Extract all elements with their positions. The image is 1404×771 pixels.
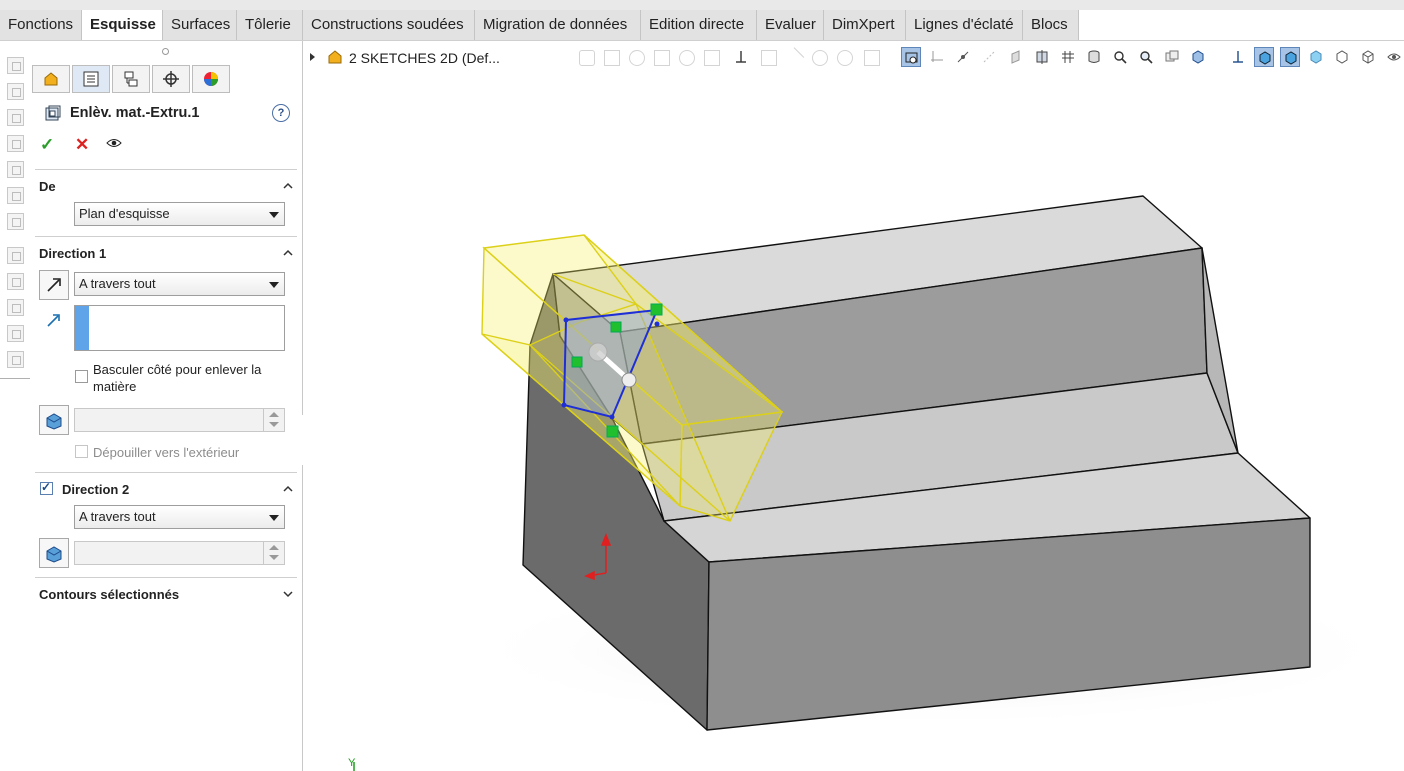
direction-handle-icon[interactable]: [588, 342, 608, 362]
triad-y-label: Y: [348, 757, 356, 769]
section-title-direction1: Direction 1: [39, 246, 107, 261]
configuration-manager-icon[interactable]: [112, 65, 150, 93]
property-manager-panel: Enlèv. mat.-Extru.1 ? ✓ ✕ De Plan d'esqu…: [32, 41, 303, 771]
cancel-x-icon[interactable]: ✕: [75, 135, 89, 155]
draft-outward-checkbox[interactable]: [75, 445, 88, 458]
draft-toggle-button[interactable]: [39, 405, 69, 435]
chevron-up-icon[interactable]: [282, 247, 294, 259]
graphics-area[interactable]: 2 SKETCHES 2D (Def... Y: [303, 41, 1404, 771]
tab-constructions-soudees[interactable]: Constructions soudées: [303, 10, 475, 40]
sketch-tool-icon[interactable]: [7, 351, 24, 368]
from-dropdown[interactable]: Plan d'esquisse: [74, 202, 285, 226]
sketch-tool-icon[interactable]: [7, 83, 24, 100]
section-title-from: De: [39, 179, 56, 194]
sketch-tool-icon[interactable]: [7, 187, 24, 204]
draft-icon: [46, 546, 62, 563]
command-manager-tabs: Fonctions Esquisse Surfaces Tôlerie Cons…: [0, 10, 1404, 41]
extruded-cut-icon: [45, 105, 61, 121]
section-title-direction2: Direction 2: [62, 482, 130, 497]
left-tool-strip: [0, 41, 33, 381]
direction-selection-box[interactable]: [74, 305, 285, 351]
tab-dimxpert[interactable]: DimXpert: [824, 10, 906, 40]
sketch-tool-icon[interactable]: [7, 325, 24, 342]
reverse-direction-button[interactable]: [39, 270, 69, 300]
vertical-relation-icon: [571, 356, 583, 368]
strip-divider: [0, 378, 30, 379]
tab-edition-directe[interactable]: Edition directe: [641, 10, 757, 40]
manager-tabs: [32, 65, 232, 93]
section-title-selected-contours: Contours sélectionnés: [39, 587, 180, 602]
tab-migration-de-donnees[interactable]: Migration de données: [475, 10, 641, 40]
draft-icon: [46, 413, 62, 430]
help-icon[interactable]: ?: [272, 104, 290, 122]
panel-grip-icon[interactable]: [162, 48, 169, 55]
direction-handle-icon[interactable]: [621, 372, 637, 388]
sketch-tool-icon[interactable]: [7, 273, 24, 290]
fix-relation-icon: [650, 303, 663, 316]
tab-esquisse[interactable]: Esquisse: [82, 10, 163, 40]
chevron-down-icon[interactable]: [282, 588, 294, 600]
draft-outward-label: Dépouiller vers l'extérieur: [93, 445, 240, 460]
selection-focus-bar: [75, 306, 89, 350]
from-dropdown-value: Plan d'esquisse: [79, 206, 170, 221]
draft-angle-stepper[interactable]: [263, 409, 284, 431]
sketch-tool-icon[interactable]: [7, 213, 24, 230]
horizontal-relation-icon: [610, 321, 622, 333]
sketch-tool-icon[interactable]: [7, 109, 24, 126]
preview-eye-icon[interactable]: [106, 138, 122, 148]
property-manager-icon[interactable]: [72, 65, 110, 93]
direction-vector-icon: [47, 314, 60, 327]
dropdown-arrow-icon: [269, 282, 279, 288]
sketch-tool-icon[interactable]: [7, 247, 24, 264]
sketch-tool-icon[interactable]: [7, 57, 24, 74]
flip-side-checkbox[interactable]: [75, 370, 88, 383]
tab-blocs[interactable]: Blocs: [1023, 10, 1079, 40]
reverse-direction-icon: [47, 278, 61, 292]
divider: [35, 577, 297, 578]
draft-angle-stepper-2[interactable]: [263, 542, 284, 564]
sketch-tool-icon[interactable]: [7, 135, 24, 152]
tab-surfaces[interactable]: Surfaces: [163, 10, 237, 40]
chevron-up-icon[interactable]: [282, 180, 294, 192]
dropdown-arrow-icon: [269, 212, 279, 218]
end-condition-value-1: A travers tout: [79, 276, 156, 291]
fix-relation-icon: [606, 425, 619, 438]
draft-toggle-button-2[interactable]: [39, 538, 69, 568]
ok-checkmark-icon[interactable]: ✓: [40, 135, 54, 155]
feature-title: Enlèv. mat.-Extru.1: [70, 105, 200, 121]
sketch-tool-icon[interactable]: [7, 161, 24, 178]
sketch-tool-icon[interactable]: [7, 299, 24, 316]
tab-tolerie[interactable]: Tôlerie: [237, 10, 303, 40]
chevron-up-icon[interactable]: [282, 483, 294, 495]
divider: [35, 169, 297, 170]
feature-manager-icon[interactable]: [32, 65, 70, 93]
end-condition-value-2: A travers tout: [79, 509, 156, 524]
dropdown-arrow-icon: [269, 515, 279, 521]
dimxpert-manager-icon[interactable]: [152, 65, 190, 93]
end-condition-dropdown-2[interactable]: A travers tout: [74, 505, 285, 529]
divider: [35, 472, 297, 473]
tab-evaluer[interactable]: Evaluer: [757, 10, 824, 40]
flip-side-label: Basculer côté pour enlever la matière: [93, 362, 262, 394]
tab-fonctions[interactable]: Fonctions: [0, 10, 82, 40]
model-viewport[interactable]: Y: [303, 41, 1404, 771]
draft-angle-field[interactable]: [74, 408, 285, 432]
tab-lignes-d-eclate[interactable]: Lignes d'éclaté: [906, 10, 1023, 40]
draft-angle-field-2[interactable]: [74, 541, 285, 565]
direction2-checkbox[interactable]: [40, 480, 53, 495]
display-manager-icon[interactable]: [192, 65, 230, 93]
end-condition-dropdown-1[interactable]: A travers tout: [74, 272, 285, 296]
view-triad: Y: [348, 757, 356, 771]
divider: [35, 236, 297, 237]
